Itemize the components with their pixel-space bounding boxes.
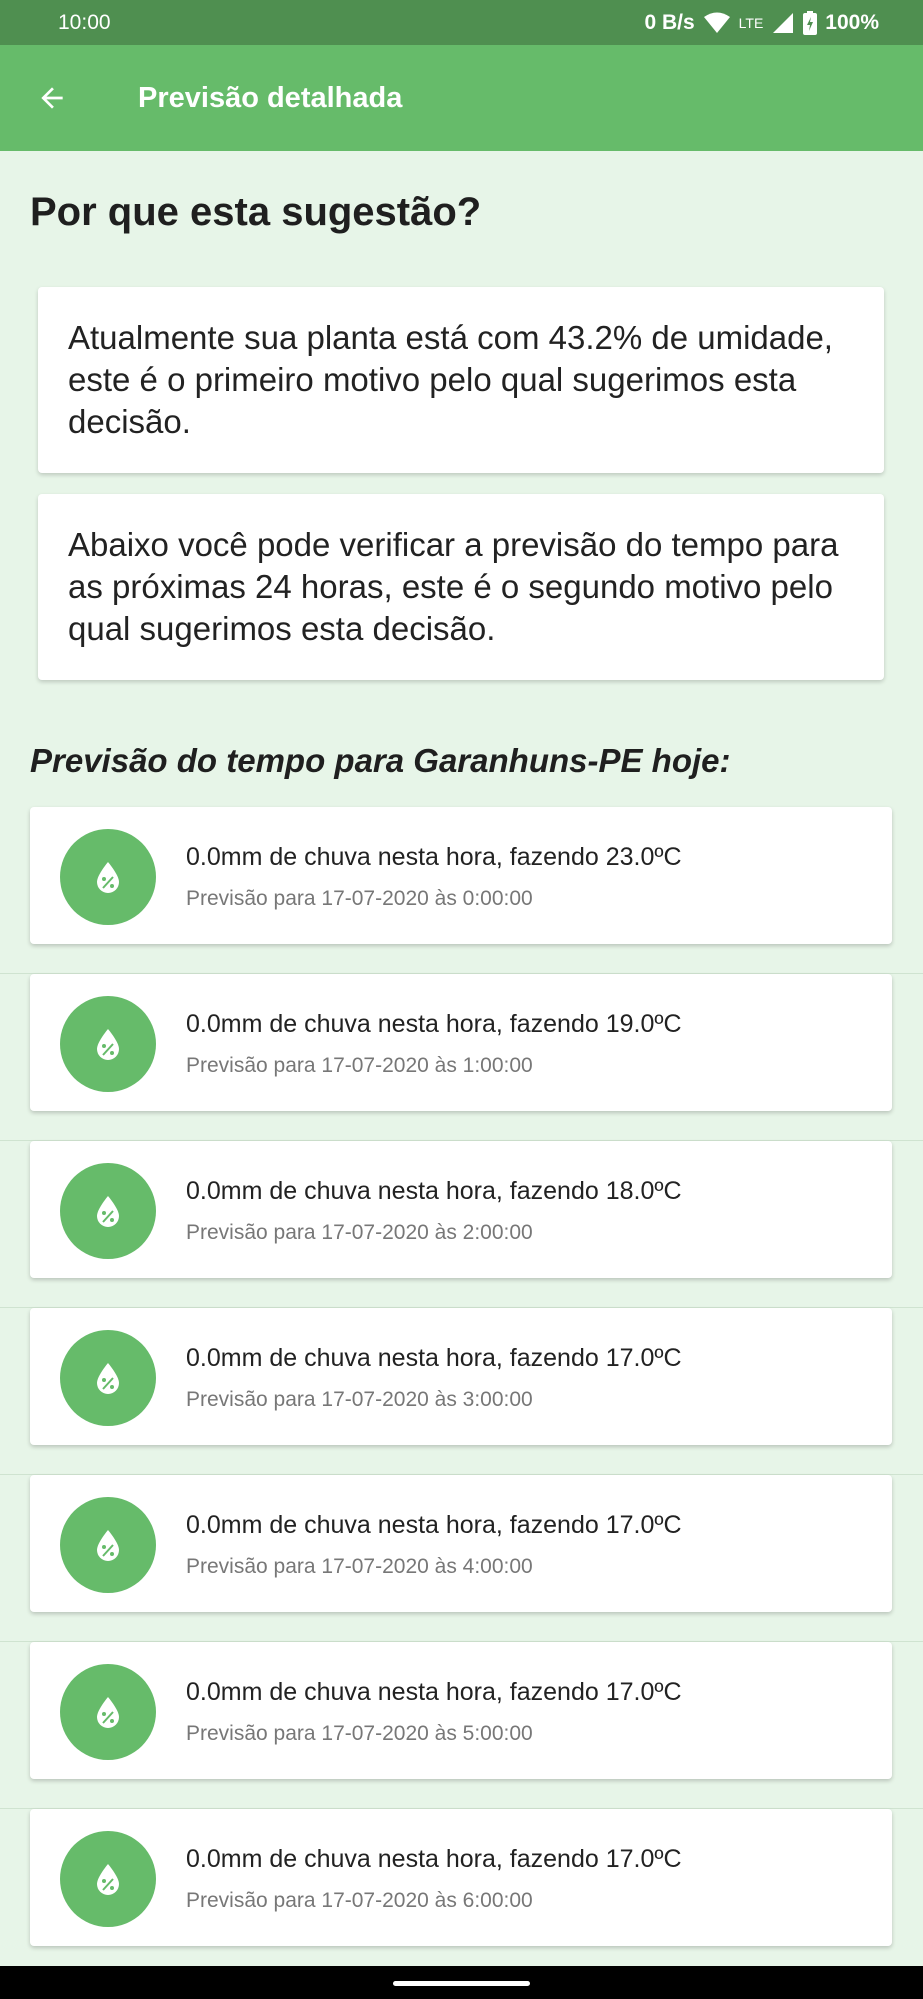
forecast-time: Previsão para 17-07-2020 às 2:00:00 bbox=[186, 1221, 533, 1244]
forecast-summary: 0.0mm de chuva nesta hora, fazendo 17.0º… bbox=[186, 1845, 682, 1873]
forecast-item[interactable]: 0.0mm de chuva nesta hora, fazendo 17.0º… bbox=[0, 1809, 923, 1976]
forecast-time: Previsão para 17-07-2020 às 1:00:00 bbox=[186, 1054, 533, 1077]
network-type: LTE bbox=[738, 14, 764, 31]
forecast-avatar bbox=[60, 1831, 156, 1927]
forecast-list: 0.0mm de chuva nesta hora, fazendo 23.0º… bbox=[0, 807, 923, 1976]
system-nav-bar bbox=[0, 1966, 923, 1999]
data-rate: 0 B/s bbox=[644, 10, 695, 34]
forecast-summary: 0.0mm de chuva nesta hora, fazendo 17.0º… bbox=[186, 1678, 682, 1706]
forecast-card[interactable]: 0.0mm de chuva nesta hora, fazendo 19.0º… bbox=[30, 974, 892, 1111]
water-drop-percent-icon bbox=[97, 1697, 119, 1728]
reason-text: Atualmente sua planta está com 43.2% de … bbox=[68, 319, 833, 440]
battery-icon bbox=[803, 10, 818, 35]
forecast-card[interactable]: 0.0mm de chuva nesta hora, fazendo 17.0º… bbox=[30, 1475, 892, 1612]
home-gesture-handle[interactable] bbox=[393, 1981, 530, 1986]
forecast-time: Previsão para 17-07-2020 às 6:00:00 bbox=[186, 1889, 533, 1912]
water-drop-percent-icon bbox=[97, 1530, 119, 1561]
forecast-summary: 0.0mm de chuva nesta hora, fazendo 17.0º… bbox=[186, 1511, 682, 1539]
battery-level: 100% bbox=[825, 10, 879, 34]
forecast-summary: 0.0mm de chuva nesta hora, fazendo 19.0º… bbox=[186, 1010, 682, 1038]
forecast-avatar bbox=[60, 996, 156, 1092]
app-bar: Previsão detalhada bbox=[0, 45, 923, 151]
status-time: 10:00 bbox=[58, 10, 111, 34]
forecast-summary: 0.0mm de chuva nesta hora, fazendo 23.0º… bbox=[186, 843, 682, 871]
forecast-card[interactable]: 0.0mm de chuva nesta hora, fazendo 17.0º… bbox=[30, 1308, 892, 1445]
water-drop-percent-icon bbox=[97, 1029, 119, 1060]
water-drop-percent-icon bbox=[97, 1864, 119, 1895]
cell-signal-icon bbox=[773, 12, 794, 33]
forecast-item[interactable]: 0.0mm de chuva nesta hora, fazendo 17.0º… bbox=[0, 1475, 923, 1642]
forecast-avatar bbox=[60, 829, 156, 925]
forecast-time: Previsão para 17-07-2020 às 5:00:00 bbox=[186, 1722, 533, 1745]
water-drop-percent-icon bbox=[97, 1196, 119, 1227]
page-title: Previsão detalhada bbox=[138, 81, 403, 114]
section-heading: Por que esta sugestão? bbox=[30, 190, 482, 234]
forecast-avatar bbox=[60, 1664, 156, 1760]
arrow-back-icon bbox=[41, 87, 63, 109]
forecast-item[interactable]: 0.0mm de chuva nesta hora, fazendo 17.0º… bbox=[0, 1308, 923, 1475]
reason-card-forecast: Abaixo você pode verificar a previsão do… bbox=[38, 494, 884, 680]
water-drop-percent-icon bbox=[97, 862, 119, 893]
forecast-card[interactable]: 0.0mm de chuva nesta hora, fazendo 23.0º… bbox=[30, 807, 892, 944]
back-button[interactable] bbox=[0, 45, 104, 151]
forecast-avatar bbox=[60, 1330, 156, 1426]
forecast-item[interactable]: 0.0mm de chuva nesta hora, fazendo 23.0º… bbox=[0, 807, 923, 974]
forecast-avatar bbox=[60, 1497, 156, 1593]
reason-text: Abaixo você pode verificar a previsão do… bbox=[68, 526, 839, 647]
forecast-time: Previsão para 17-07-2020 às 3:00:00 bbox=[186, 1388, 533, 1411]
forecast-heading: Previsão do tempo para Garanhuns-PE hoje… bbox=[30, 742, 731, 779]
reason-card-humidity: Atualmente sua planta está com 43.2% de … bbox=[38, 287, 884, 473]
forecast-summary: 0.0mm de chuva nesta hora, fazendo 18.0º… bbox=[186, 1177, 682, 1205]
forecast-item[interactable]: 0.0mm de chuva nesta hora, fazendo 18.0º… bbox=[0, 1141, 923, 1308]
forecast-card[interactable]: 0.0mm de chuva nesta hora, fazendo 18.0º… bbox=[30, 1141, 892, 1278]
forecast-summary: 0.0mm de chuva nesta hora, fazendo 17.0º… bbox=[186, 1344, 682, 1372]
forecast-item[interactable]: 0.0mm de chuva nesta hora, fazendo 19.0º… bbox=[0, 974, 923, 1141]
forecast-card[interactable]: 0.0mm de chuva nesta hora, fazendo 17.0º… bbox=[30, 1642, 892, 1779]
water-drop-percent-icon bbox=[97, 1363, 119, 1394]
wifi-icon bbox=[703, 12, 730, 33]
status-bar: 10:00 0 B/s LTE 100% bbox=[0, 0, 923, 45]
status-icons: 0 B/s LTE 100% bbox=[644, 10, 879, 35]
forecast-item[interactable]: 0.0mm de chuva nesta hora, fazendo 17.0º… bbox=[0, 1642, 923, 1809]
forecast-time: Previsão para 17-07-2020 às 0:00:00 bbox=[186, 887, 533, 910]
forecast-card[interactable]: 0.0mm de chuva nesta hora, fazendo 17.0º… bbox=[30, 1809, 892, 1946]
forecast-avatar bbox=[60, 1163, 156, 1259]
forecast-time: Previsão para 17-07-2020 às 4:00:00 bbox=[186, 1555, 533, 1578]
